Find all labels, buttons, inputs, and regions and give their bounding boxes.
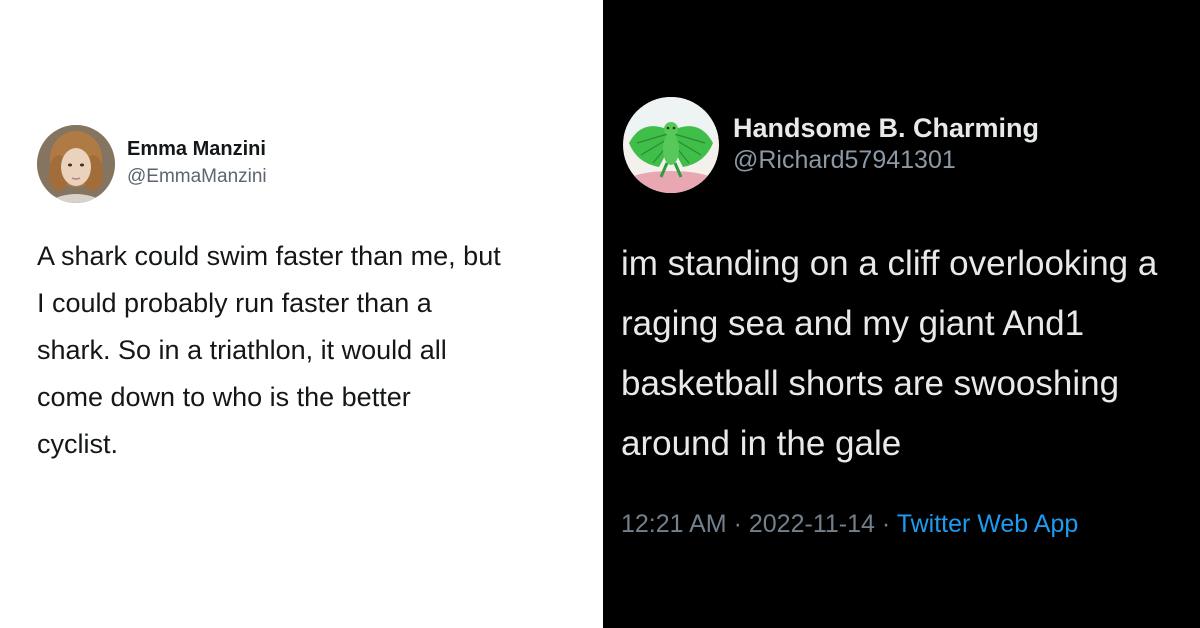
author-handle[interactable]: @EmmaManzini <box>127 166 267 188</box>
tweet-text-line: A shark could swim faster than me, but <box>37 241 501 271</box>
tweet-text: A shark could swim faster than me, but I… <box>37 233 582 468</box>
tweet-source-link[interactable]: Twitter Web App <box>897 510 1079 538</box>
avatar[interactable] <box>623 97 719 193</box>
avatar-drawing-icon <box>623 97 719 193</box>
tweet-text-line: cyclist. <box>37 429 118 459</box>
author-name[interactable]: Handsome B. Charming <box>733 113 1039 144</box>
tweet-text: im standing on a cliff overlooking a rag… <box>621 234 1200 474</box>
composite-image: Emma Manzini @EmmaManzini A shark could … <box>0 0 1200 628</box>
avatar-photo-icon <box>37 125 115 203</box>
tweet-text-line: basketball shorts are swooshing <box>621 364 1120 403</box>
tweet-text-line: around in the gale <box>621 424 902 463</box>
author-handle[interactable]: @Richard57941301 <box>733 146 956 175</box>
tweet-time[interactable]: 12:21 AM <box>621 510 727 538</box>
tweet-text-line: shark. So in a triathlon, it would all <box>37 335 447 365</box>
avatar[interactable] <box>37 125 115 203</box>
tweet-text-line: im standing on a cliff overlooking a <box>621 244 1158 283</box>
meta-separator: · <box>733 510 742 538</box>
tweet-text-line: I could probably run faster than a <box>37 288 432 318</box>
tweet-text-line: raging sea and my giant And1 <box>621 304 1085 343</box>
meta-separator: · <box>881 510 891 538</box>
author-name[interactable]: Emma Manzini <box>127 138 266 161</box>
tweet-text-line: come down to who is the better <box>37 382 411 412</box>
tweet-card-left: Emma Manzini @EmmaManzini A shark could … <box>0 0 603 628</box>
tweet-date[interactable]: 2022-11-14 <box>749 510 875 538</box>
tweet-card-right: Handsome B. Charming @Richard57941301 im… <box>603 0 1200 628</box>
tweet-metadata: 12:21 AM · 2022-11-14 · Twitter Web App <box>621 510 1078 539</box>
